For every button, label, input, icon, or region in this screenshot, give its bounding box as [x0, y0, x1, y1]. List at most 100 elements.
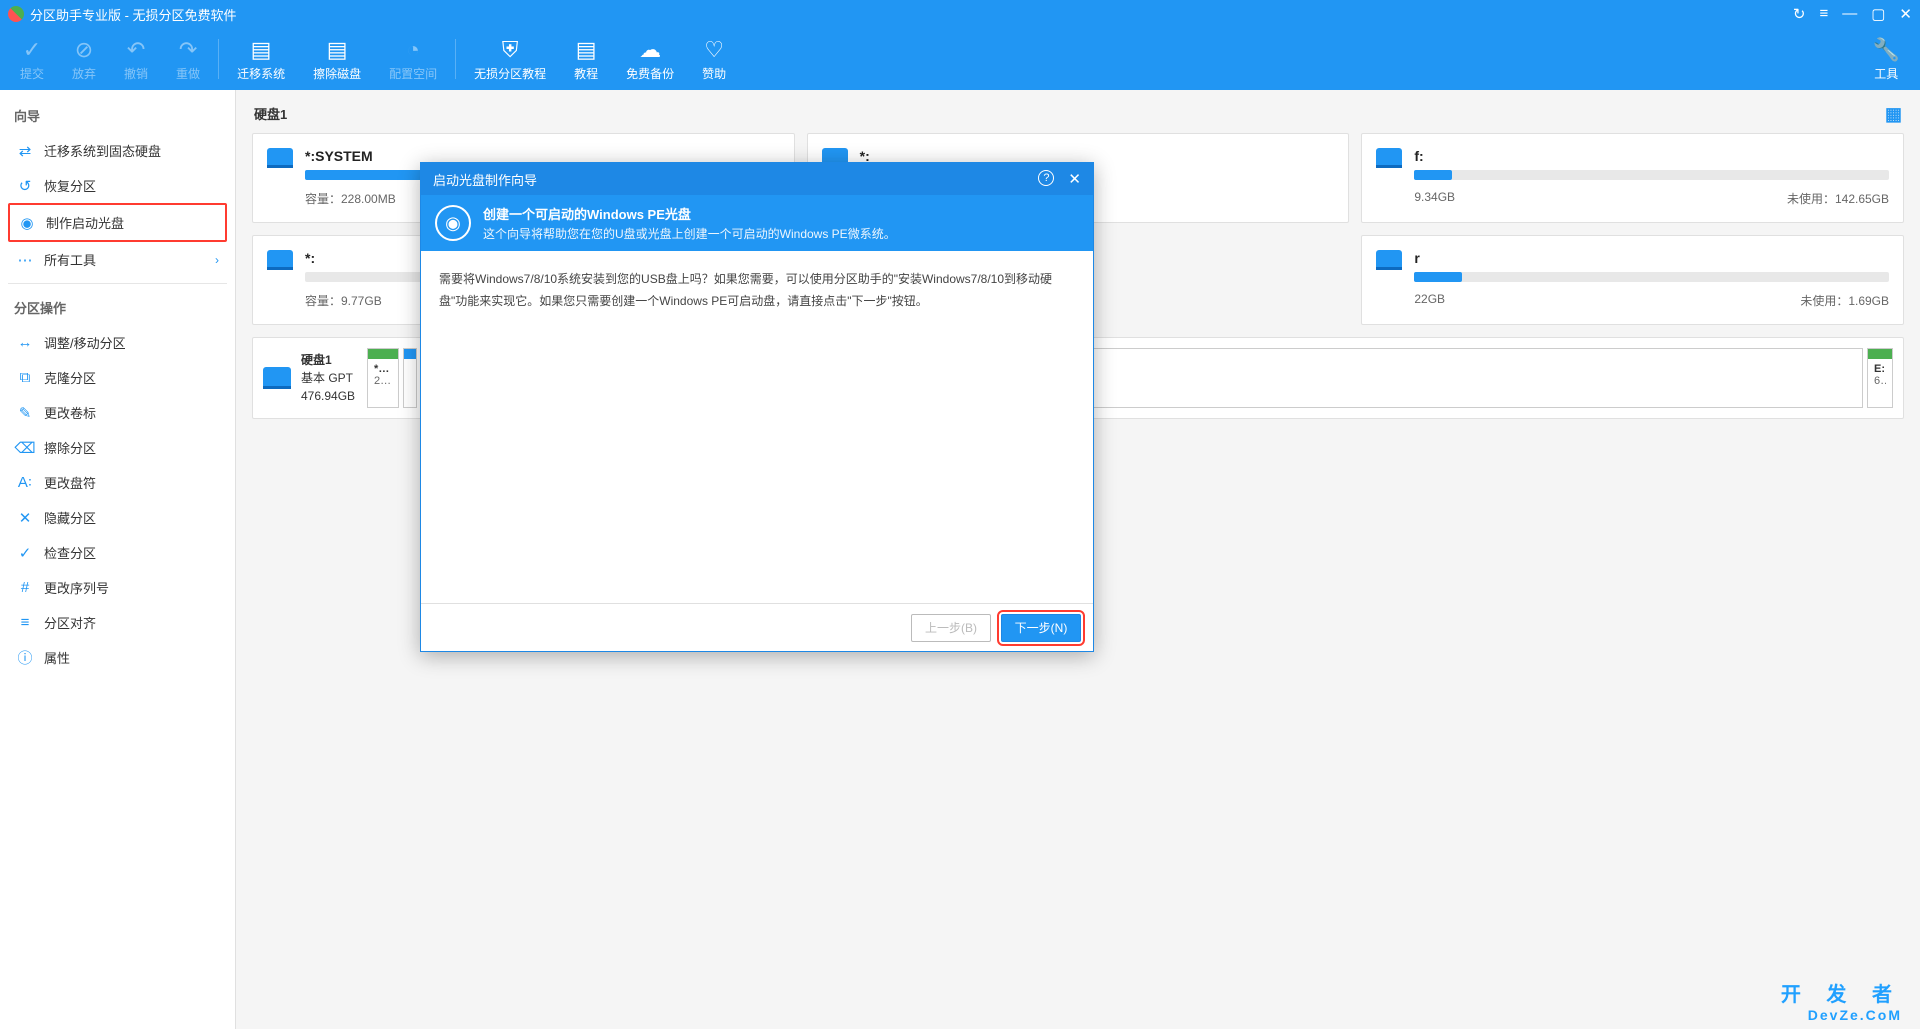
- disk-size: 476.94GB: [301, 387, 355, 405]
- sidebar-item-clone[interactable]: ⧉克隆分区: [8, 360, 227, 395]
- toolbar-undo: ↶撤销: [110, 28, 162, 90]
- letter-icon: A꞉: [16, 474, 34, 492]
- sidebar: 向导 ⇄迁移系统到固态硬盘 ↺恢复分区 ◉制作启动光盘 ⋯所有工具› 分区操作 …: [0, 90, 236, 1029]
- toolbar-tutorial[interactable]: ⛨无损分区教程: [460, 28, 560, 90]
- dialog-header-sub: 这个向导将帮助您在您的U盘或光盘上创建一个可启动的Windows PE微系统。: [483, 225, 896, 242]
- wizard-dialog: 启动光盘制作向导 ? ✕ ◉ 创建一个可启动的Windows PE光盘 这个向导…: [420, 162, 1094, 652]
- disk-icon: [263, 367, 291, 389]
- check-partition-icon: ✓: [16, 544, 34, 562]
- drive-icon: [1376, 250, 1402, 270]
- sidebar-item-drive-letter[interactable]: A꞉更改盘符: [8, 465, 227, 500]
- sidebar-item-properties[interactable]: ⓘ属性: [8, 640, 227, 675]
- help-icon[interactable]: ?: [1038, 170, 1054, 186]
- erase-icon: ▤: [327, 37, 348, 63]
- drive-icon: [267, 250, 293, 270]
- pie-icon: ◔: [406, 37, 419, 63]
- serial-icon: #: [16, 579, 34, 597]
- migrate-icon: ⇄: [16, 142, 34, 160]
- toolbar-wipe[interactable]: ▤擦除磁盘: [299, 28, 375, 90]
- toolbar-separator: [455, 39, 456, 79]
- drive-icon: [1376, 148, 1402, 168]
- dialog-title: 启动光盘制作向导: [433, 170, 537, 189]
- disk-type: 基本 GPT: [301, 369, 355, 387]
- dialog-header: ◉ 创建一个可启动的Windows PE光盘 这个向导将帮助您在您的U盘或光盘上…: [421, 195, 1093, 251]
- partition-card-r[interactable]: r 22GB未使用：1.69GB: [1361, 235, 1904, 325]
- cloud-icon: ☁: [639, 37, 661, 63]
- wrench-icon: 🔧: [1873, 37, 1900, 63]
- info-icon: ⓘ: [16, 649, 34, 667]
- dialog-body: 需要将Windows7/8/10系统安装到您的USB盘上吗？如果您需要，可以使用…: [421, 251, 1093, 603]
- title-bar: 分区助手专业版 - 无损分区免费软件 ↻ ≡ — ▢ ✕: [0, 0, 1920, 28]
- cancel-icon: ⊘: [75, 37, 93, 63]
- disk-segment-1[interactable]: *:… 22…: [367, 348, 399, 408]
- toolbar-separator: [218, 39, 219, 79]
- drive-icon: [267, 148, 293, 168]
- sidebar-item-wipe-partition[interactable]: ⌫擦除分区: [8, 430, 227, 465]
- chevron-right-icon: ›: [215, 253, 219, 267]
- toolbar-redo: ↷重做: [162, 28, 214, 90]
- hide-icon: ✕: [16, 509, 34, 527]
- toolbar-tools[interactable]: 🔧工具: [1859, 37, 1914, 82]
- clone-icon: ⧉: [16, 369, 34, 387]
- heart-icon: ♡: [704, 37, 724, 63]
- sidebar-item-migrate-ssd[interactable]: ⇄迁移系统到固态硬盘: [8, 133, 227, 168]
- close-icon[interactable]: ✕: [1899, 5, 1912, 23]
- sidebar-item-boot-disc[interactable]: ◉制作启动光盘: [8, 203, 227, 242]
- shield-icon: ⛨: [502, 37, 519, 63]
- disk-segment-e[interactable]: E: 6…: [1867, 348, 1893, 408]
- align-icon: ≡: [16, 614, 34, 632]
- toolbar-config: ◔配置空间: [375, 28, 451, 90]
- drive-icon: ▤: [251, 37, 272, 63]
- disk-header: 硬盘1 ▦: [252, 100, 1904, 127]
- dots-icon: ⋯: [16, 251, 34, 269]
- disk-info[interactable]: 硬盘1 基本 GPT 476.94GB: [263, 351, 363, 405]
- resize-icon: ↔: [16, 334, 34, 352]
- toolbar-discard: ⊘放弃: [58, 28, 110, 90]
- sidebar-divider: [8, 283, 227, 284]
- dialog-header-title: 创建一个可启动的Windows PE光盘: [483, 204, 896, 223]
- sidebar-item-all-tools[interactable]: ⋯所有工具›: [8, 242, 227, 277]
- sidebar-item-recover-partition[interactable]: ↺恢复分区: [8, 168, 227, 203]
- menu-icon[interactable]: ≡: [1819, 5, 1828, 23]
- sidebar-section-ops-title: 分区操作: [8, 290, 227, 325]
- disk-name: 硬盘1: [301, 351, 355, 369]
- book-icon: ▤: [576, 37, 597, 63]
- dialog-close-icon[interactable]: ✕: [1068, 170, 1081, 188]
- refresh-icon[interactable]: ↻: [1793, 5, 1806, 23]
- window-controls: ↻ ≡ — ▢ ✕: [1793, 5, 1912, 23]
- window-title: 分区助手专业版 - 无损分区免费软件: [30, 5, 237, 24]
- recover-icon: ↺: [16, 177, 34, 195]
- app-logo-icon: [8, 6, 24, 22]
- sidebar-item-serial[interactable]: #更改序列号: [8, 570, 227, 605]
- toolbar-backup[interactable]: ☁免费备份: [612, 28, 688, 90]
- disc-icon: ◉: [18, 214, 36, 232]
- sidebar-item-label[interactable]: ✎更改卷标: [8, 395, 227, 430]
- next-button[interactable]: 下一步(N): [1001, 614, 1081, 642]
- maximize-icon[interactable]: ▢: [1871, 5, 1885, 23]
- wipe-icon: ⌫: [16, 439, 34, 457]
- sidebar-item-align[interactable]: ≡分区对齐: [8, 605, 227, 640]
- disk-segment-2[interactable]: [403, 348, 417, 408]
- toolbar-submit: ✓提交: [6, 28, 58, 90]
- toolbar-donate[interactable]: ♡赞助: [688, 28, 740, 90]
- check-icon: ✓: [23, 37, 41, 63]
- sidebar-item-hide[interactable]: ✕隐藏分区: [8, 500, 227, 535]
- prev-button: 上一步(B): [911, 614, 991, 642]
- dialog-body-text: 需要将Windows7/8/10系统安装到您的USB盘上吗？如果您需要，可以使用…: [439, 269, 1075, 312]
- label-icon: ✎: [16, 404, 34, 422]
- undo-icon: ↶: [127, 37, 145, 63]
- partition-card-f[interactable]: f: 9.34GB未使用：142.65GB: [1361, 133, 1904, 223]
- dialog-titlebar: 启动光盘制作向导 ? ✕: [421, 163, 1093, 195]
- watermark: 开 发 者 DevZe.CoM: [1781, 978, 1902, 1023]
- minimize-icon[interactable]: —: [1842, 5, 1857, 23]
- disc-wizard-icon: ◉: [435, 205, 471, 241]
- view-toggle-icon[interactable]: ▦: [1885, 104, 1902, 125]
- dialog-footer: 上一步(B) 下一步(N): [421, 603, 1093, 651]
- sidebar-item-check[interactable]: ✓检查分区: [8, 535, 227, 570]
- redo-icon: ↷: [179, 37, 197, 63]
- toolbar: ✓提交 ⊘放弃 ↶撤销 ↷重做 ▤迁移系统 ▤擦除磁盘 ◔配置空间 ⛨无损分区教…: [0, 28, 1920, 90]
- sidebar-section-wizard-title: 向导: [8, 98, 227, 133]
- toolbar-tutorial2[interactable]: ▤教程: [560, 28, 612, 90]
- toolbar-migrate[interactable]: ▤迁移系统: [223, 28, 299, 90]
- sidebar-item-resize[interactable]: ↔调整/移动分区: [8, 325, 227, 360]
